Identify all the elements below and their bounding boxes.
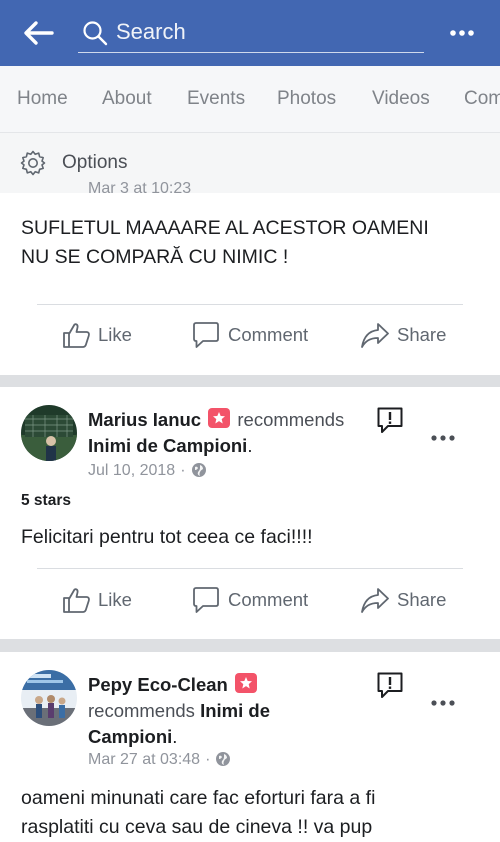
like-label: Like	[98, 324, 132, 345]
tab-photos[interactable]: Photos	[277, 88, 336, 110]
search-placeholder: Search	[116, 19, 186, 44]
post-meta: Mar 27 at 03:48 ·	[88, 751, 231, 769]
options-label: Options	[62, 152, 128, 173]
more-options-icon[interactable]	[430, 429, 456, 441]
author-name[interactable]: Pepy Eco-Clean	[88, 674, 228, 695]
recommends-text: recommends	[88, 700, 195, 721]
review-header: Pepy Eco-Clean recommends Inimi de Campi…	[88, 672, 270, 750]
avatar[interactable]	[21, 670, 77, 726]
tab-home[interactable]: Home	[17, 88, 68, 110]
comment-label: Comment	[228, 324, 309, 345]
more-horizontal-icon[interactable]	[447, 22, 477, 44]
divider	[37, 568, 463, 569]
page-link-continued[interactable]: Campioni	[88, 726, 172, 747]
post-meta: Jul 10, 2018 ·	[88, 462, 207, 480]
post-timestamp: Mar 3 at 10:23	[88, 180, 192, 197]
report-icon[interactable]	[376, 671, 404, 699]
globe-icon	[191, 463, 206, 477]
share-label: Share	[397, 324, 447, 345]
recommendation-badge-icon	[208, 408, 231, 428]
post-date[interactable]: Mar 27 at 03:48	[88, 751, 200, 768]
share-icon	[361, 588, 389, 613]
page-tabs: Home About Events Photos Videos Com	[0, 66, 500, 132]
comment-icon	[193, 587, 219, 613]
review-card: Pepy Eco-Clean recommends Inimi de Campi…	[0, 652, 500, 842]
search-icon	[82, 20, 108, 51]
report-icon[interactable]	[376, 406, 404, 434]
comment-label: Comment	[228, 589, 309, 610]
avatar[interactable]	[21, 405, 77, 461]
post-text: SUFLETUL MAAAARE AL ACESTOR OAMENI NU SE…	[21, 217, 429, 268]
tab-events[interactable]: Events	[187, 88, 245, 110]
recommendation-badge-icon	[234, 673, 257, 693]
separator-dot: ·	[180, 462, 186, 479]
post-actions: Like Comment Share	[0, 580, 500, 620]
author-name[interactable]: Marius Ianuc	[88, 409, 201, 430]
divider	[37, 304, 463, 305]
post-card: Mar 3 at 10:23 SUFLETUL MAAAARE AL ACEST…	[0, 180, 500, 375]
search-input[interactable]: Search	[78, 14, 424, 53]
review-card: Marius Ianuc recommends Inimi de Campion…	[0, 387, 500, 639]
top-bar: Search	[0, 0, 500, 66]
tab-community[interactable]: Com	[464, 88, 500, 110]
like-button[interactable]: Like	[62, 580, 132, 620]
page-link[interactable]: Inimi de Campioni	[88, 435, 247, 456]
post-actions: Like Comment Share	[0, 315, 500, 355]
review-header: Marius Ianuc recommends Inimi de Campion…	[88, 407, 344, 459]
share-icon	[361, 323, 389, 348]
back-arrow-icon[interactable]	[22, 20, 54, 46]
period: .	[172, 726, 178, 747]
options-bar[interactable]: Options	[0, 132, 500, 194]
page-link[interactable]: Inimi de	[200, 700, 270, 721]
share-button[interactable]: Share	[360, 580, 446, 620]
like-button[interactable]: Like	[62, 315, 132, 355]
thumbs-up-icon	[63, 588, 90, 613]
like-label: Like	[98, 589, 132, 610]
more-options-icon[interactable]	[430, 694, 456, 706]
period: .	[247, 435, 253, 456]
rating-label: 5 stars	[21, 492, 71, 509]
share-button[interactable]: Share	[360, 315, 446, 355]
post-text: oameni minunati care fac eforturi fara a…	[21, 787, 376, 838]
recommends-text: recommends	[237, 409, 345, 430]
post-date[interactable]: Jul 10, 2018	[88, 462, 175, 479]
gear-icon	[19, 149, 47, 182]
post-text: Felicitari pentru tot ceea ce faci!!!!	[21, 526, 313, 548]
globe-icon	[216, 752, 231, 766]
comment-icon	[193, 322, 219, 348]
thumbs-up-icon	[63, 323, 90, 348]
comment-button[interactable]: Comment	[191, 315, 308, 355]
separator-dot: ·	[205, 751, 211, 768]
share-label: Share	[397, 589, 447, 610]
tab-videos[interactable]: Videos	[372, 88, 430, 110]
comment-button[interactable]: Comment	[191, 580, 308, 620]
tab-about[interactable]: About	[102, 88, 152, 110]
